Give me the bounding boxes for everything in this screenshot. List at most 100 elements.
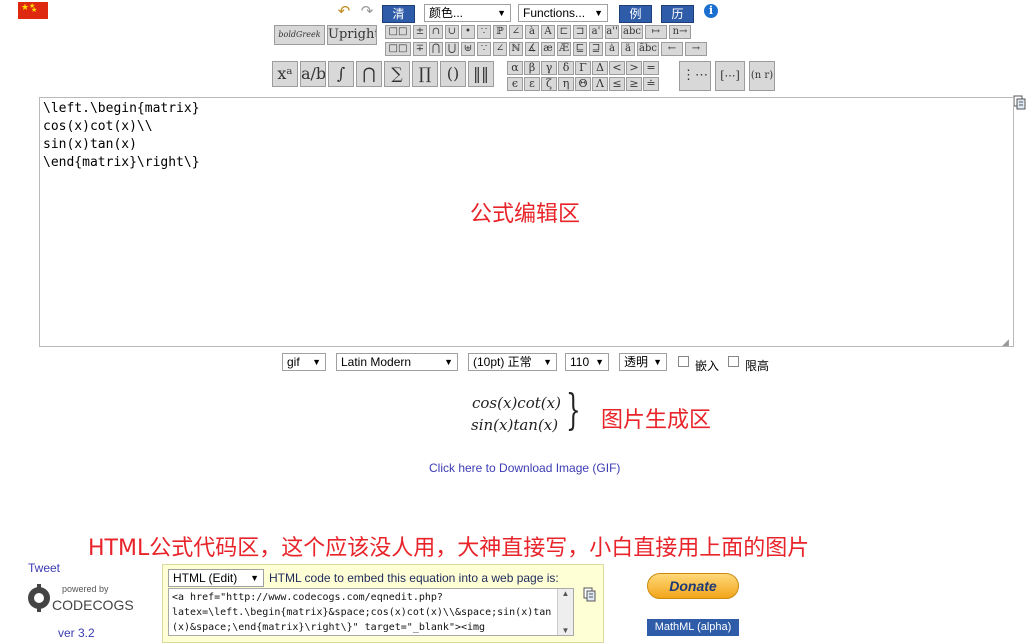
template-button[interactable]: ()	[440, 61, 466, 87]
greek-symbol-button[interactable]: β	[524, 61, 540, 75]
symbol-button[interactable]: ←	[661, 42, 683, 56]
mathml-button[interactable]: MathML (alpha)	[647, 619, 739, 636]
template-button[interactable]: a/b	[300, 61, 326, 87]
symbol-button[interactable]: •	[461, 25, 475, 39]
tweet-link[interactable]: Tweet	[28, 561, 60, 575]
template-button[interactable]: ∫	[328, 61, 354, 87]
symbol-button[interactable]: ∠	[493, 42, 507, 56]
greek-symbol-button[interactable]: =	[643, 61, 659, 75]
symbol-button[interactable]: ℕ	[509, 42, 523, 56]
format-select[interactable]: gif ▼	[282, 353, 326, 371]
size-select[interactable]: (10pt) 正常 ▼	[468, 353, 557, 371]
clear-button[interactable]: 清除	[382, 5, 415, 37]
upright-button[interactable]: Upright	[327, 25, 377, 45]
greek-symbol-button[interactable]: Δ	[592, 61, 608, 75]
symbol-button[interactable]: ⊎	[461, 42, 475, 56]
greek-symbol-button[interactable]: γ	[541, 61, 557, 75]
symbol-button[interactable]: ∵	[477, 42, 491, 56]
greek-symbol-button[interactable]: ε	[524, 77, 540, 91]
embed-checkbox[interactable]	[678, 356, 689, 367]
color-select-value: 颜色...	[429, 6, 464, 20]
code-mode-select[interactable]: HTML (Edit) ▼	[168, 569, 264, 587]
template-button[interactable]: ∏	[412, 61, 438, 87]
binomial-button[interactable]: (n r)	[749, 61, 775, 91]
version-link[interactable]: ver 3.2	[58, 626, 95, 640]
symbol-button[interactable]: ∓	[413, 42, 427, 56]
scroll-down-icon[interactable]: ▼	[558, 626, 573, 635]
code-scrollbar[interactable]: ▲ ▼	[557, 589, 573, 635]
greek-symbol-button[interactable]: η	[558, 77, 574, 91]
preview-line-1: cos(x)cot(x)	[472, 394, 561, 412]
symbol-button[interactable]: ãbc	[637, 42, 659, 56]
symbol-button[interactable]: ⊑	[573, 42, 587, 56]
greek-symbol-button[interactable]: ζ	[541, 77, 557, 91]
code-mode-value: HTML (Edit)	[173, 571, 238, 585]
symbol-button[interactable]: ↦	[645, 25, 667, 39]
resize-handle-icon[interactable]: ◢	[1002, 337, 1012, 347]
history-button[interactable]: 历史	[661, 5, 694, 37]
symbol-button[interactable]: n→	[669, 25, 691, 39]
embed-label: 嵌入	[695, 359, 720, 373]
copy-icon[interactable]	[1013, 95, 1027, 111]
dots-matrix-button[interactable]: ⋮⋯	[679, 61, 711, 91]
donate-button[interactable]: Donate	[647, 573, 739, 599]
symbol-button[interactable]: æ	[541, 42, 555, 56]
template-button[interactable]: ∑	[384, 61, 410, 87]
copy-code-icon[interactable]	[583, 587, 597, 603]
symbol-button[interactable]: ∠	[509, 25, 523, 39]
greek-symbol-button[interactable]: δ	[558, 61, 574, 75]
symbol-button[interactable]: a''	[605, 25, 619, 39]
html-code-textarea[interactable]: <a href="http://www.codecogs.com/eqnedit…	[168, 588, 574, 636]
symbol-button[interactable]: ⊐	[573, 25, 587, 39]
symbol-button[interactable]: →	[685, 42, 707, 56]
info-icon[interactable]: i	[704, 4, 718, 18]
greek-symbol-button[interactable]: Θ	[575, 77, 591, 91]
background-select[interactable]: 透明 ▼	[619, 353, 667, 371]
undo-icon[interactable]: ↶	[334, 3, 354, 21]
symbol-button[interactable]: ∡	[525, 42, 539, 56]
symbol-button[interactable]: ⋂	[429, 42, 443, 56]
symbol-button[interactable]: A	[541, 25, 555, 39]
download-image-link[interactable]: Click here to Download Image (GIF)	[429, 461, 620, 475]
symbol-button[interactable]: ä	[621, 42, 635, 56]
greek-symbol-button[interactable]: ≥	[626, 77, 642, 91]
greek-symbol-button[interactable]: ≤	[609, 77, 625, 91]
examples-button[interactable]: 例子	[619, 5, 652, 37]
symbol-button[interactable]: ∪	[445, 25, 459, 39]
symbol-button[interactable]: ȧ	[605, 42, 619, 56]
china-flag-icon[interactable]: ★ ★ ★	[18, 2, 48, 19]
greek-symbol-button[interactable]: ≐	[643, 77, 659, 91]
scroll-up-icon[interactable]: ▲	[558, 589, 573, 598]
symbol-button[interactable]: ±	[413, 25, 427, 39]
greek-symbol-button[interactable]: >	[626, 61, 642, 75]
symbol-button[interactable]: ⋃	[445, 42, 459, 56]
greek-symbol-button[interactable]: α	[507, 61, 523, 75]
template-button[interactable]: ⋂	[356, 61, 382, 87]
bracket-matrix-button[interactable]: [⋯]	[715, 61, 745, 91]
symbol-button[interactable]: à	[525, 25, 539, 39]
greek-symbol-button[interactable]: Γ	[575, 61, 591, 75]
symbol-button[interactable]: □□	[385, 42, 411, 56]
redo-icon[interactable]: ↷	[357, 3, 377, 21]
symbol-button[interactable]: ∩	[429, 25, 443, 39]
functions-select[interactable]: Functions... ▼	[518, 4, 608, 22]
greek-symbol-button[interactable]: ϵ	[507, 77, 523, 91]
symbol-button[interactable]: ℙ	[493, 25, 507, 39]
font-select[interactable]: Latin Modern ▼	[336, 353, 458, 371]
symbol-button[interactable]: □□	[385, 25, 411, 39]
bold-greek-button[interactable]: boldGreek	[274, 25, 325, 45]
chevron-down-icon: ▼	[595, 357, 604, 367]
greek-symbol-button[interactable]: <	[609, 61, 625, 75]
symbol-button[interactable]: ⊏	[557, 25, 571, 39]
color-select[interactable]: 颜色... ▼	[424, 4, 511, 22]
symbol-button[interactable]: Æ	[557, 42, 571, 56]
template-button[interactable]: ‖‖	[468, 61, 494, 87]
greek-symbol-button[interactable]: Λ	[592, 77, 608, 91]
symbol-button[interactable]: abc	[621, 25, 643, 39]
template-button[interactable]: xᵃ	[272, 61, 298, 87]
symbol-button[interactable]: ⊒	[589, 42, 603, 56]
dpi-select[interactable]: 110 ▼	[565, 353, 609, 371]
symbol-button[interactable]: a'	[589, 25, 603, 39]
symbol-button[interactable]: ∵	[477, 25, 491, 39]
inline-checkbox[interactable]	[728, 356, 739, 367]
